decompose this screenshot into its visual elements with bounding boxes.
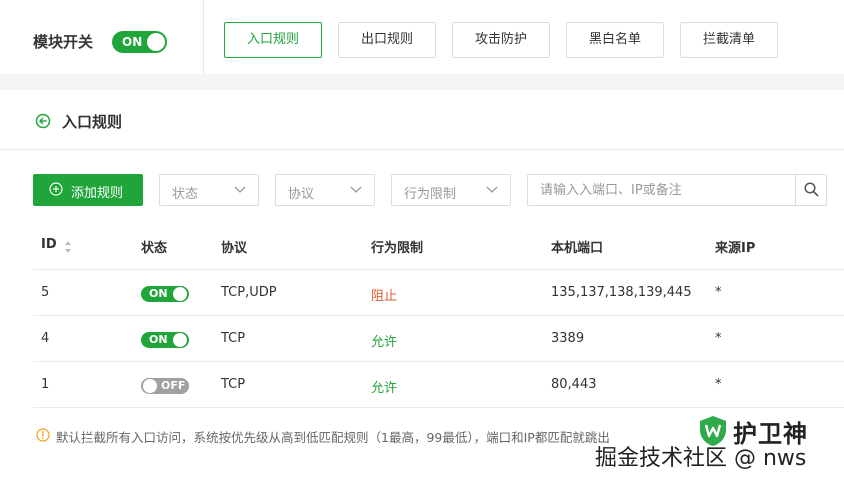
panel-header: 入口规则 — [0, 90, 844, 150]
status-filter-placeholder: 状态 — [172, 187, 199, 202]
row-status-toggle[interactable]: OFF — [141, 378, 189, 394]
add-rule-label: 添加规则 — [71, 186, 124, 201]
module-switch-area: 模块开关 ON — [0, 0, 204, 74]
warning-icon — [36, 428, 50, 442]
tab-inbound-rules[interactable]: 入口规则 — [224, 22, 322, 58]
status-filter-select[interactable]: 状态 — [159, 174, 259, 206]
watermark: 护卫神 掘金技术社区 @ nws — [595, 412, 835, 472]
column-header-id[interactable]: ID — [41, 237, 57, 252]
tab-attack-protection[interactable]: 攻击防护 — [452, 22, 550, 58]
tab-block-list[interactable]: 拦截清单 — [680, 22, 778, 58]
row-divider — [33, 407, 844, 408]
row-status-text: OFF — [161, 379, 186, 392]
row-protocol: TCP — [221, 331, 246, 346]
column-header-status: 状态 — [141, 241, 168, 256]
toggle-knob — [173, 333, 187, 347]
row-id: 5 — [41, 285, 50, 300]
add-rule-button[interactable]: 添加规则 — [33, 174, 143, 206]
toggle-knob — [173, 287, 187, 301]
rules-note: 默认拦截所有入口访问，系统按优先级从高到低匹配规则（1最高，99最低），端口和I… — [56, 430, 610, 445]
top-bar: 模块开关 ON 入口规则 出口规则 攻击防护 黑白名单 拦截清单 — [0, 0, 844, 74]
row-id: 4 — [41, 331, 50, 346]
plus-circle-icon — [49, 182, 63, 196]
behavior-filter-select[interactable]: 行为限制 — [391, 174, 511, 206]
sort-icon[interactable] — [64, 240, 72, 254]
column-header-source-ip: 来源IP — [715, 241, 756, 256]
row-source-ip: * — [715, 331, 722, 346]
toggle-knob — [147, 33, 165, 51]
row-protocol: TCP — [221, 377, 246, 392]
inbound-icon — [35, 113, 51, 129]
row-local-port: 80,443 — [551, 377, 597, 392]
chevron-down-icon — [350, 186, 362, 193]
column-header-behavior: 行为限制 — [371, 241, 424, 256]
toggle-knob — [143, 379, 157, 393]
row-divider — [33, 315, 844, 316]
row-local-port: 135,137,138,139,445 — [551, 285, 692, 300]
protocol-filter-select[interactable]: 协议 — [275, 174, 375, 206]
chevron-down-icon — [486, 186, 498, 193]
column-header-local-port: 本机端口 — [551, 241, 604, 256]
row-status-toggle[interactable]: ON — [141, 332, 189, 348]
row-status-text: ON — [149, 333, 168, 346]
search-input[interactable] — [528, 175, 796, 205]
row-id: 1 — [41, 377, 50, 392]
row-protocol: TCP,UDP — [221, 285, 277, 300]
tab-outbound-rules[interactable]: 出口规则 — [338, 22, 436, 58]
row-behavior: 允许 — [371, 381, 398, 396]
module-toggle[interactable]: ON — [112, 31, 167, 53]
search-icon — [804, 182, 819, 197]
row-status-text: ON — [149, 287, 168, 300]
module-toggle-text: ON — [122, 35, 143, 49]
panel-title: 入口规则 — [62, 113, 123, 131]
row-behavior: 允许 — [371, 335, 398, 350]
search-box — [527, 174, 827, 206]
watermark-line: 掘金技术社区 @ nws — [595, 446, 807, 471]
module-switch-label: 模块开关 — [33, 33, 94, 51]
row-divider — [33, 269, 844, 270]
chevron-down-icon — [234, 186, 246, 193]
row-source-ip: * — [715, 377, 722, 392]
row-local-port: 3389 — [551, 331, 585, 346]
column-header-protocol: 协议 — [221, 241, 248, 256]
row-source-ip: * — [715, 285, 722, 300]
tab-black-white-list[interactable]: 黑白名单 — [566, 22, 664, 58]
search-button[interactable] — [795, 175, 826, 205]
protocol-filter-placeholder: 协议 — [288, 187, 315, 202]
row-behavior: 阻止 — [371, 289, 398, 304]
row-divider — [33, 361, 844, 362]
behavior-filter-placeholder: 行为限制 — [404, 187, 457, 202]
row-status-toggle[interactable]: ON — [141, 286, 189, 302]
